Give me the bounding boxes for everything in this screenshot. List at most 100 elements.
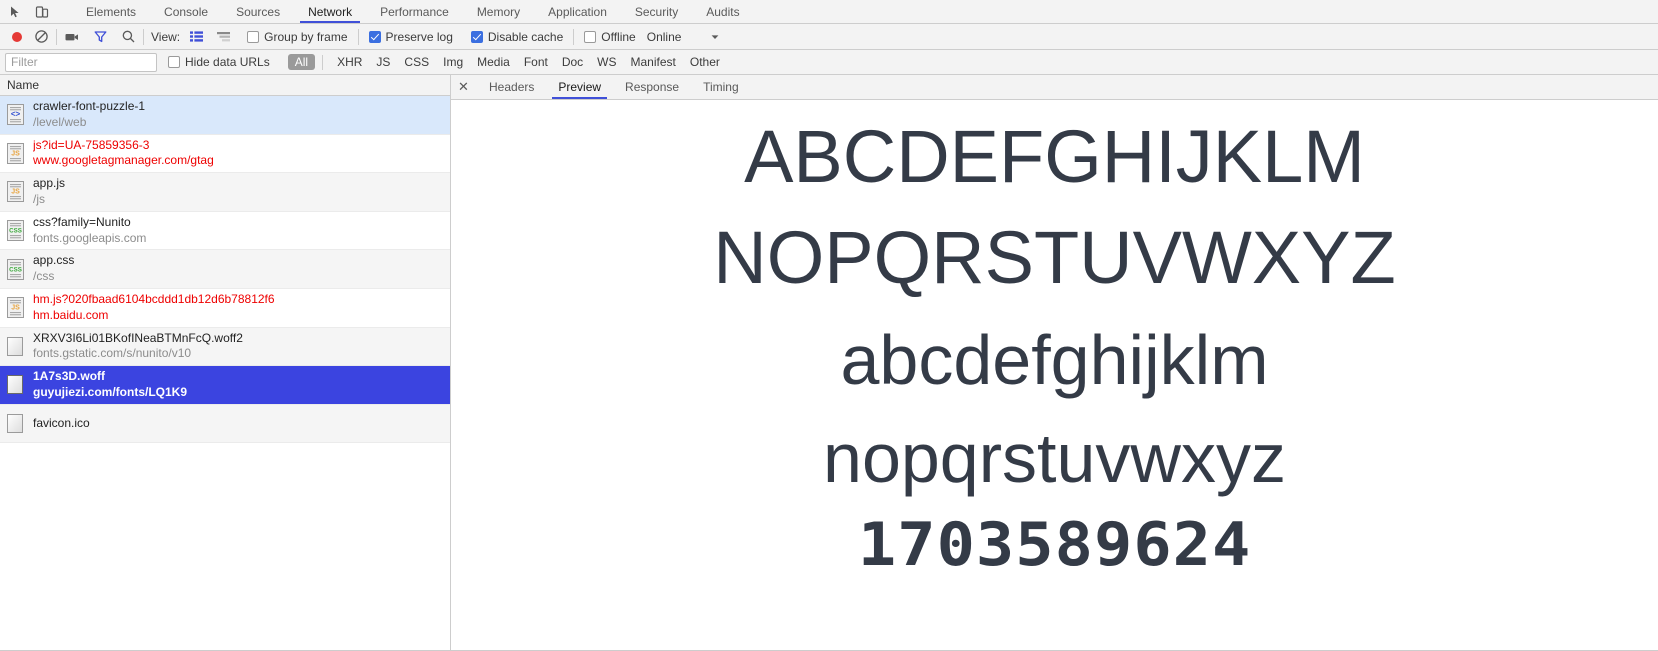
tab-preview[interactable]: Preview (546, 75, 613, 99)
preserve-log-box[interactable] (368, 30, 381, 43)
hide-data-urls-box[interactable] (168, 56, 180, 68)
funnel-filter-icon[interactable] (92, 29, 108, 45)
tab-headers[interactable]: Headers (477, 75, 546, 99)
tab-application[interactable]: Application (534, 0, 621, 23)
request-name: 1A7s3D.woff (33, 369, 106, 384)
document-blank-icon (7, 413, 24, 434)
tab-audits[interactable]: Audits (692, 0, 753, 23)
svg-text:CSS: CSS (9, 266, 22, 273)
tab-elements-label: Elements (86, 4, 137, 19)
request-path: /css (33, 269, 55, 284)
network-body: Name <> crawler-font-puzzle-1 /level/web… (0, 75, 1658, 650)
filter-input[interactable] (5, 52, 157, 72)
group-by-frame-checkbox[interactable]: Group by frame (244, 30, 350, 44)
network-toolbar: View: Group by frame Preserve log Disabl… (0, 24, 1658, 50)
table-row[interactable]: JS js?id=UA-75859356-3 www.googletagmana… (0, 134, 450, 174)
request-path: /js (33, 191, 45, 206)
document-html-icon: <> (7, 104, 24, 126)
tab-response[interactable]: Response (613, 75, 691, 99)
filter-type-xhr[interactable]: XHR (330, 54, 369, 70)
list-view-icon[interactable] (188, 29, 204, 45)
column-header-name: Name (7, 78, 40, 92)
request-path: hm.baidu.com (33, 307, 109, 322)
disable-cache-box[interactable] (470, 30, 483, 43)
filter-type-css[interactable]: CSS (397, 54, 436, 70)
request-list-pane: Name <> crawler-font-puzzle-1 /level/web… (0, 75, 451, 650)
tab-console-label: Console (164, 4, 209, 19)
tab-timing-label: Timing (703, 80, 739, 94)
filter-type-doc[interactable]: Doc (555, 54, 590, 70)
filter-type-other[interactable]: Other (683, 54, 727, 70)
request-detail-pane: ✕ Headers Preview Response Timing ABCDEF… (451, 75, 1658, 650)
document-css-icon: CSS (7, 258, 24, 280)
tab-memory[interactable]: Memory (463, 0, 534, 23)
table-row[interactable]: favicon.ico (0, 404, 450, 444)
document-js-icon: JS (7, 297, 24, 319)
throttling-value[interactable]: Online (647, 30, 682, 44)
table-row[interactable]: XRXV3I6Li01BKofINeaBTMnFcQ.woff2 fonts.g… (0, 327, 450, 367)
table-row[interactable]: 1A7s3D.woff guyujiezi.com/fonts/LQ1K9 (0, 366, 450, 405)
hide-data-urls-label: Hide data URLs (185, 55, 270, 69)
tab-console[interactable]: Console (150, 0, 222, 23)
tab-application-label: Application (548, 4, 607, 19)
waterfall-view-icon[interactable] (216, 29, 232, 45)
devtools-tool-icons (0, 0, 56, 23)
font-sample-lowercase-1: abcdefghijklm (840, 321, 1269, 399)
record-circle-icon[interactable] (9, 29, 25, 45)
offline-box[interactable] (584, 30, 597, 43)
table-row[interactable]: JS hm.js?020fbaad6104bcddd1db12d6b78812f… (0, 288, 450, 328)
detail-tab-bar: ✕ Headers Preview Response Timing (451, 75, 1658, 100)
preserve-log-checkbox[interactable]: Preserve log (366, 30, 456, 44)
request-text: app.css /css (33, 253, 74, 285)
document-css-icon: CSS (7, 220, 24, 242)
tab-performance[interactable]: Performance (366, 0, 463, 23)
magnifier-search-icon[interactable] (120, 29, 136, 45)
filter-type-media[interactable]: Media (470, 54, 517, 70)
request-path: www.googletagmanager.com/gtag (33, 153, 214, 168)
table-row[interactable]: <> crawler-font-puzzle-1 /level/web (0, 96, 450, 135)
request-text: XRXV3I6Li01BKofINeaBTMnFcQ.woff2 fonts.g… (33, 331, 243, 363)
offline-checkbox[interactable]: Offline (581, 30, 638, 44)
request-name: app.css (33, 253, 75, 268)
request-name: css?family=Nunito (33, 214, 131, 229)
device-toolbar-icon[interactable] (34, 4, 50, 20)
chevron-down-icon[interactable] (707, 29, 723, 45)
hide-data-urls-checkbox[interactable]: Hide data URLs (165, 55, 273, 69)
svg-text:JS: JS (11, 189, 20, 196)
filter-type-manifest[interactable]: Manifest (624, 54, 683, 70)
table-row[interactable]: CSS app.css /css (0, 250, 450, 289)
table-row[interactable]: CSS css?family=Nunito fonts.googleapis.c… (0, 211, 450, 251)
tab-headers-label: Headers (489, 80, 535, 94)
table-row[interactable]: JS app.js /js (0, 173, 450, 212)
filter-type-img[interactable]: Img (436, 54, 470, 70)
request-name: app.js (33, 176, 66, 191)
filter-type-font[interactable]: Font (517, 54, 555, 70)
filter-type-all[interactable]: All (287, 54, 316, 70)
tab-sources[interactable]: Sources (222, 0, 294, 23)
clear-no-entry-icon[interactable] (33, 29, 49, 45)
group-by-frame-label: Group by frame (264, 29, 348, 44)
tab-performance-label: Performance (380, 4, 449, 19)
tab-elements[interactable]: Elements (72, 0, 150, 23)
tab-timing[interactable]: Timing (691, 75, 751, 99)
tab-security-label: Security (634, 4, 679, 19)
filter-type-ws[interactable]: WS (590, 54, 623, 70)
document-blank-icon (7, 336, 24, 357)
camera-icon[interactable] (64, 29, 80, 45)
request-text: favicon.ico (33, 416, 90, 432)
filter-type-js[interactable]: JS (369, 54, 397, 70)
network-filter-bar: Hide data URLs All XHR JS CSS Img Media … (0, 50, 1658, 75)
svg-text:JS: JS (11, 305, 20, 312)
font-sample-uppercase-2: NOPQRSTUVWXYZ (713, 216, 1396, 299)
tab-security[interactable]: Security (621, 0, 692, 23)
close-x-icon[interactable]: ✕ (451, 75, 477, 99)
tab-response-label: Response (625, 80, 680, 94)
resource-type-filters: All XHR JS CSS Img Media Font Doc WS Man… (287, 54, 727, 70)
group-by-frame-box[interactable] (247, 30, 260, 43)
inspect-element-icon[interactable] (8, 4, 24, 20)
disable-cache-checkbox[interactable]: Disable cache (468, 30, 566, 44)
font-sample-lowercase-2: nopqrstuvwxyz (823, 419, 1286, 497)
svg-text:<>: <> (11, 110, 21, 119)
tab-network[interactable]: Network (294, 0, 366, 23)
request-list[interactable]: <> crawler-font-puzzle-1 /level/web JS j… (0, 96, 450, 650)
